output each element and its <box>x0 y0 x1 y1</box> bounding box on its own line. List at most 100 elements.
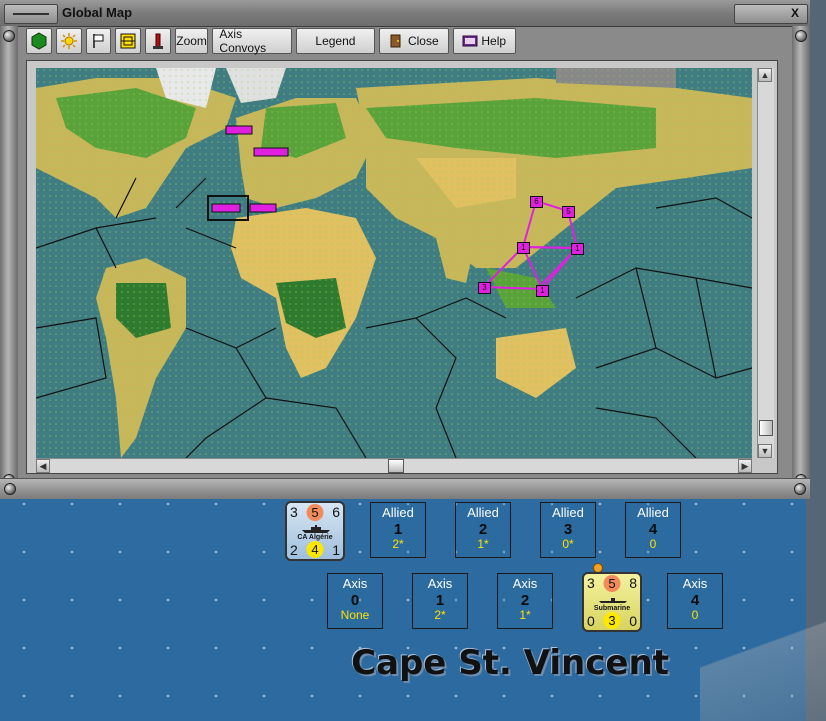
scroll-left-icon[interactable]: ◀ <box>36 459 50 473</box>
box-value: 2* <box>434 608 446 622</box>
unit-strength: 5 <box>306 504 324 521</box>
axis-box[interactable]: Axis 0 None <box>327 573 383 629</box>
window-title: Global Map <box>62 5 133 20</box>
box-number: 0 <box>350 592 360 609</box>
box-side: Axis <box>342 576 368 591</box>
box-number: 1 <box>435 592 445 609</box>
scroll-down-icon[interactable]: ▼ <box>758 444 772 458</box>
unit-stat: 0 <box>629 613 637 629</box>
box-side: Axis <box>427 576 453 591</box>
axis-box[interactable]: Axis 4 0 <box>667 573 723 629</box>
unit-strength: 5 <box>603 575 621 592</box>
unit-name: Submarine <box>593 605 631 612</box>
allied-box[interactable]: Allied 4 0 <box>625 502 681 558</box>
box-side: Allied <box>382 505 414 520</box>
box-value: 1* <box>519 608 531 622</box>
help-button[interactable]: Help <box>452 28 516 54</box>
box-side: Allied <box>467 505 499 520</box>
frame-bottom <box>0 478 810 499</box>
book-icon <box>462 35 478 47</box>
allied-box[interactable]: Allied 3 0* <box>540 502 596 558</box>
green-hexagon-icon <box>31 32 47 50</box>
box-side: Axis <box>682 576 708 591</box>
close-button[interactable]: Close <box>379 28 449 54</box>
convoy-marker[interactable]: 3 <box>478 282 491 294</box>
scroll-up-icon[interactable]: ▲ <box>758 68 772 82</box>
world-map[interactable]: 6 5 1 1 3 1 <box>36 68 752 458</box>
box-number: 4 <box>648 521 658 538</box>
box-number: 2 <box>520 592 530 609</box>
rivet-icon <box>795 30 807 42</box>
axis-unit-counter[interactable]: 3 5 8 Submarine 0 3 0 <box>582 572 642 632</box>
hscroll-thumb[interactable] <box>388 459 404 473</box>
map-toolbar: Zoom Axis Convoys Legend Close Help <box>26 27 516 55</box>
convoy-marker[interactable]: 1 <box>571 243 584 255</box>
box-value: 1* <box>477 537 489 551</box>
vscroll-thumb[interactable] <box>759 420 773 436</box>
unit-speed: 4 <box>306 541 324 558</box>
scroll-right-icon[interactable]: ▶ <box>738 459 752 473</box>
help-label: Help <box>481 34 507 48</box>
convoy-marker[interactable]: 1 <box>517 242 530 254</box>
production-button[interactable] <box>145 28 171 54</box>
box-value: 0 <box>649 537 657 551</box>
convoy-marker[interactable]: 5 <box>562 206 575 218</box>
allied-unit-counter[interactable]: 3 5 6 CA Algérie 2 4 1 <box>285 501 345 561</box>
unit-attack: 3 <box>290 504 298 520</box>
box-side: Allied <box>637 505 669 520</box>
zoom-button[interactable]: Zoom <box>174 28 209 54</box>
factory-chimney-icon <box>152 33 163 49</box>
zoom-label: Zoom <box>176 34 207 48</box>
allied-box[interactable]: Allied 1 2* <box>370 502 426 558</box>
unit-defense: 6 <box>332 504 340 520</box>
window-close-button[interactable]: X <box>734 4 808 24</box>
convoy-marker[interactable]: 6 <box>530 196 543 208</box>
submarine-icon <box>599 598 627 603</box>
legend-label: Legend <box>315 34 356 48</box>
window-menu-button[interactable] <box>4 4 58 24</box>
unit-stat: 0 <box>587 613 595 629</box>
convoy-marker[interactable]: 1 <box>536 285 549 297</box>
box-number: 1 <box>393 521 403 538</box>
grid-button[interactable] <box>115 28 141 54</box>
frame-left <box>0 26 18 496</box>
axis-convoys-label: Axis Convoys <box>219 27 267 55</box>
box-side: Allied <box>552 505 584 520</box>
box-value: None <box>340 608 370 622</box>
sun-burst-icon <box>60 33 77 49</box>
legend-button[interactable]: Legend <box>295 28 376 54</box>
frame-right <box>792 26 810 496</box>
title-bar[interactable]: Global Map X <box>0 0 810 27</box>
box-value: 0 <box>691 608 699 622</box>
unit-stat: 1 <box>332 542 340 558</box>
box-side: Axis <box>512 576 538 591</box>
box-number: 4 <box>690 592 700 609</box>
grid-icon <box>120 33 136 49</box>
map-horizontal-scrollbar[interactable]: ◀ ▶ <box>36 458 752 473</box>
allied-box[interactable]: Allied 2 1* <box>455 502 511 558</box>
flag-button[interactable] <box>85 28 112 54</box>
hexagon-filter-button[interactable] <box>26 28 52 54</box>
map-frame: 6 5 1 1 3 1 ▲ ▼ ◀ ▶ <box>26 60 778 474</box>
box-value: 2* <box>392 537 404 551</box>
rivet-icon <box>4 483 16 495</box>
flag-icon <box>93 34 104 48</box>
map-vertical-scrollbar[interactable]: ▲ ▼ <box>757 68 774 458</box>
unit-speed: 3 <box>603 612 621 629</box>
cruiser-icon <box>302 525 330 533</box>
unit-attack: 3 <box>587 575 595 591</box>
weather-button[interactable] <box>55 28 82 54</box>
unit-stat: 2 <box>290 542 298 558</box>
unit-defense: 8 <box>629 575 637 591</box>
close-label: Close <box>407 34 439 48</box>
close-icon: X <box>790 6 799 20</box>
box-value: 0* <box>562 537 574 551</box>
rivet-icon <box>794 483 806 495</box>
global-map-window: Global Map X Zoom Axis Convoys Legend Cl… <box>0 0 810 499</box>
world-map-graphic <box>36 68 752 458</box>
axis-convoys-button[interactable]: Axis Convoys <box>212 27 292 55</box>
axis-box[interactable]: Axis 2 1* <box>497 573 553 629</box>
unit-name: CA Algérie <box>297 534 333 541</box>
axis-box[interactable]: Axis 1 2* <box>412 573 468 629</box>
rivet-icon <box>3 30 15 42</box>
